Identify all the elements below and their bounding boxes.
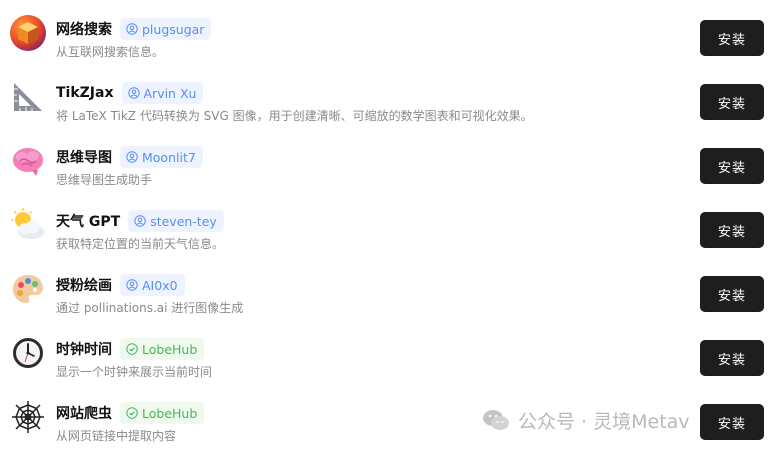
orange-cube-icon xyxy=(10,15,46,51)
plugin-title: 思维导图 xyxy=(56,150,112,166)
plugin-row-tikzjax: TikZJax Arvin Xu 将 LaTeX TikZ 代码转换为 SVG … xyxy=(0,67,779,131)
plugin-description: 显示一个时钟来展示当前时间 xyxy=(56,365,213,379)
plugin-row-weather-gpt: 天气 GPT steven-tey 获取特定位置的当前天气信息。 安装 xyxy=(0,195,779,259)
author-badge[interactable]: LobeHub xyxy=(120,338,205,360)
plugin-title: 网站爬虫 xyxy=(56,406,112,422)
author-name: plugsugar xyxy=(142,21,205,37)
author-name: Arvin Xu xyxy=(143,85,197,101)
brain-icon xyxy=(10,143,46,179)
install-button[interactable]: 安装 xyxy=(700,340,764,376)
plugin-description: 通过 pollinations.ai 进行图像生成 xyxy=(56,301,244,315)
plugin-row-web-search: 网络搜索 plugsugar 从互联网搜索信息。 安装 xyxy=(0,3,779,67)
user-icon xyxy=(126,151,138,163)
wechat-icon xyxy=(482,408,510,432)
install-button[interactable]: 安装 xyxy=(700,404,764,440)
user-icon xyxy=(126,23,138,35)
plugin-title: 网络搜索 xyxy=(56,22,112,38)
clock-icon xyxy=(10,335,46,371)
plugin-description: 从网页链接中提取内容 xyxy=(56,429,177,443)
user-icon xyxy=(134,215,146,227)
author-name: LobeHub xyxy=(142,405,198,421)
author-badge[interactable]: Arvin Xu xyxy=(121,82,204,104)
author-badge[interactable]: plugsugar xyxy=(120,18,212,40)
author-name: Moonlit7 xyxy=(142,149,196,165)
plugin-row-clock-time: 时钟时间 LobeHub 显示一个时钟来展示当前时间 安装 xyxy=(0,323,779,387)
watermark: 公众号 · 灵境Metav xyxy=(482,405,690,435)
install-button[interactable]: 安装 xyxy=(700,276,764,312)
plugin-description: 将 LaTeX TikZ 代码转换为 SVG 图像，用于创建清晰、可缩放的数学图… xyxy=(56,109,533,123)
plugin-title: 授粉绘画 xyxy=(56,278,112,294)
plugin-title: TikZJax xyxy=(56,85,114,101)
author-badge[interactable]: Moonlit7 xyxy=(120,146,203,168)
author-badge[interactable]: AI0x0 xyxy=(120,274,185,296)
install-button[interactable]: 安装 xyxy=(700,84,764,120)
plugin-title: 时钟时间 xyxy=(56,342,112,358)
author-name: LobeHub xyxy=(142,341,198,357)
plugin-row-pollination-drawing: 授粉绘画 AI0x0 通过 pollinations.ai 进行图像生成 安装 xyxy=(0,259,779,323)
sun-cloud-icon xyxy=(10,207,46,243)
author-badge[interactable]: LobeHub xyxy=(120,402,205,424)
install-button[interactable]: 安装 xyxy=(700,20,764,56)
plugin-description: 思维导图生成助手 xyxy=(56,173,153,187)
triangle-ruler-icon xyxy=(10,79,46,115)
watermark-text: 公众号 · 灵境Metav xyxy=(518,410,690,433)
spider-web-icon xyxy=(10,399,46,435)
check-circle-icon xyxy=(126,407,138,419)
check-circle-icon xyxy=(126,343,138,355)
author-name: AI0x0 xyxy=(142,277,178,293)
plugin-description: 获取特定位置的当前天气信息。 xyxy=(56,237,225,251)
user-icon xyxy=(126,279,138,291)
plugin-title: 天气 GPT xyxy=(56,214,121,230)
author-badge[interactable]: steven-tey xyxy=(128,210,224,232)
plugin-description: 从互联网搜索信息。 xyxy=(56,45,165,59)
install-button[interactable]: 安装 xyxy=(700,148,764,184)
install-button[interactable]: 安装 xyxy=(700,212,764,248)
palette-icon xyxy=(10,271,46,307)
user-icon xyxy=(127,87,140,99)
author-name: steven-tey xyxy=(150,213,217,229)
plugin-row-mind-map: 思维导图 Moonlit7 思维导图生成助手 安装 xyxy=(0,131,779,195)
